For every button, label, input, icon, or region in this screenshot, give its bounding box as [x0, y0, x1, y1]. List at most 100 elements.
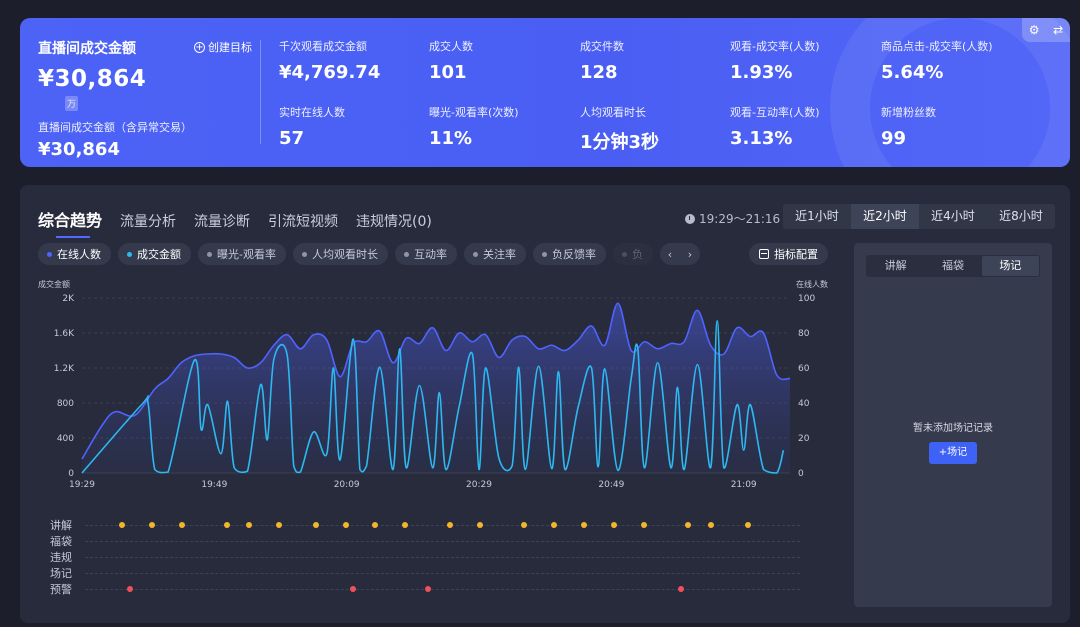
left-axis-tick: 800	[57, 399, 74, 409]
event-row-line	[85, 589, 800, 590]
stat-item: 观看-成交率(人数) 1.93%	[730, 38, 870, 83]
stat-item: 成交人数 101	[429, 38, 569, 83]
stat-value: 5.64%	[881, 62, 944, 83]
range-2h[interactable]: 近2小时	[851, 204, 919, 229]
segment-explain[interactable]: 讲解	[867, 256, 924, 276]
explain-event-dot[interactable]	[178, 522, 185, 528]
stat-label: 千次观看成交金额	[279, 40, 367, 53]
stat-value: 11%	[429, 128, 473, 149]
banner-divider	[260, 40, 261, 144]
explain-event-dot[interactable]	[707, 522, 714, 528]
stat-item: 成交件数 128	[580, 38, 720, 83]
explain-event-dot[interactable]	[685, 522, 692, 528]
stat-value: 99	[881, 128, 907, 149]
right-axis-tick: 100	[798, 294, 815, 304]
event-row-line	[85, 525, 800, 526]
trend-panel: 综合趋势 流量分析 流量诊断 引流短视频 违规情况(0) 19:29～21:16…	[20, 185, 1070, 623]
stat-label: 实时在线人数	[279, 106, 345, 119]
explain-event-dot[interactable]	[223, 522, 230, 528]
stat-value: 3.13%	[730, 128, 793, 149]
explain-event-dot[interactable]	[342, 522, 349, 528]
plus-circle-icon: +	[194, 41, 205, 53]
warning-event-dot[interactable]	[350, 586, 357, 592]
explain-event-dot[interactable]	[372, 522, 379, 528]
event-row-label: 违规	[50, 551, 72, 564]
event-row-label: 福袋	[50, 535, 72, 548]
right-axis-tick: 0	[798, 469, 804, 479]
stat-item: 实时在线人数 57	[279, 104, 419, 149]
right-axis-tick: 40	[798, 399, 810, 409]
explain-event-dot[interactable]	[446, 522, 453, 528]
stat-item: 人均观看时长 1分钟3秒	[580, 104, 720, 154]
event-row-line	[85, 573, 800, 574]
primary-metric-value: ¥30,864	[38, 66, 147, 92]
right-axis-tick: 80	[798, 329, 810, 339]
explain-event-dot[interactable]	[476, 522, 483, 528]
stat-item: 观看-互动率(人数) 3.13%	[730, 104, 870, 149]
explain-event-dot[interactable]	[610, 522, 617, 528]
field-notes-card: 讲解 福袋 场记 暂未添加场记记录 +场记	[854, 243, 1052, 607]
stat-value: 1分钟3秒	[580, 132, 660, 153]
explain-event-dot[interactable]	[149, 522, 156, 528]
x-axis-tick: 19:29	[69, 480, 95, 490]
segment-field-notes[interactable]: 场记	[981, 256, 1039, 276]
primary-metric: 直播间成交金额 + 创建目标 ¥30,864 万 直播间成交金额（含异常交易） …	[38, 38, 266, 160]
x-axis-tick: 20:09	[334, 480, 360, 490]
secondary-metric-value: ¥30,864	[38, 139, 120, 160]
create-goal-button[interactable]: + 创建目标	[194, 39, 252, 55]
event-row-label: 场记	[50, 567, 72, 580]
explain-event-dot[interactable]	[119, 522, 126, 528]
stat-value: 128	[580, 62, 618, 83]
warning-event-dot[interactable]	[677, 586, 684, 592]
event-row-line	[85, 557, 800, 558]
explain-event-dot[interactable]	[581, 522, 587, 528]
swap-icon[interactable]: ⇄	[1053, 23, 1063, 37]
x-axis-tick: 21:09	[731, 480, 757, 490]
event-timeline: 讲解福袋违规场记预警	[40, 517, 800, 597]
event-row: 福袋	[40, 533, 800, 549]
explain-event-dot[interactable]	[312, 522, 319, 528]
stat-label: 观看-互动率(人数)	[730, 106, 820, 119]
event-row: 预警	[40, 581, 800, 597]
event-row: 违规	[40, 549, 800, 565]
stat-value: ¥4,769.74	[279, 62, 381, 83]
event-row-label: 预警	[50, 583, 72, 596]
stat-label: 观看-成交率(人数)	[730, 40, 820, 53]
banner-corner-buttons: ⚙ ⇄	[1022, 18, 1070, 42]
explain-event-dot[interactable]	[521, 522, 528, 528]
left-axis-tick: 0	[68, 469, 74, 479]
settings-icon[interactable]: ⚙	[1029, 23, 1040, 37]
add-field-note-button[interactable]: +场记	[929, 442, 977, 464]
event-row: 场记	[40, 565, 800, 581]
range-8h[interactable]: 近8小时	[987, 204, 1055, 229]
empty-state-text: 暂未添加场记记录	[913, 423, 993, 434]
create-goal-label: 创建目标	[208, 41, 252, 54]
notes-segment-control: 讲解 福袋 场记	[866, 255, 1040, 277]
x-axis-tick: 20:49	[598, 480, 624, 490]
stat-item: 商品点击-成交率(人数) 5.64%	[881, 38, 1021, 83]
explain-event-dot[interactable]	[402, 522, 409, 528]
warning-event-dot[interactable]	[126, 586, 133, 592]
range-4h[interactable]: 近4小时	[919, 204, 987, 229]
explain-event-dot[interactable]	[245, 522, 252, 528]
left-axis-tick: 400	[57, 434, 74, 444]
explain-event-dot[interactable]	[275, 522, 282, 528]
event-row-label: 讲解	[50, 519, 72, 532]
stat-label: 曝光-观看率(次数)	[429, 106, 519, 119]
stat-value: 1.93%	[730, 62, 793, 83]
explain-event-dot[interactable]	[640, 522, 647, 528]
right-axis-tick: 20	[798, 434, 810, 444]
stat-item: 新增粉丝数 99	[881, 104, 1021, 149]
stat-value: 101	[429, 62, 467, 83]
x-axis-tick: 19:49	[201, 480, 227, 490]
stat-item: 曝光-观看率(次数) 11%	[429, 104, 569, 149]
explain-event-dot[interactable]	[551, 522, 558, 528]
segment-lucky-bag[interactable]: 福袋	[924, 256, 981, 276]
stat-label: 人均观看时长	[580, 106, 646, 119]
stat-label: 商品点击-成交率(人数)	[881, 40, 993, 53]
stat-label: 成交件数	[580, 40, 624, 53]
explain-event-dot[interactable]	[744, 522, 751, 528]
unit-badge[interactable]: 万	[65, 96, 79, 111]
warning-event-dot[interactable]	[424, 586, 431, 592]
stats-banner: ⚙ ⇄ 直播间成交金额 + 创建目标 ¥30,864 万 直播间成交金额（含异常…	[20, 18, 1070, 167]
